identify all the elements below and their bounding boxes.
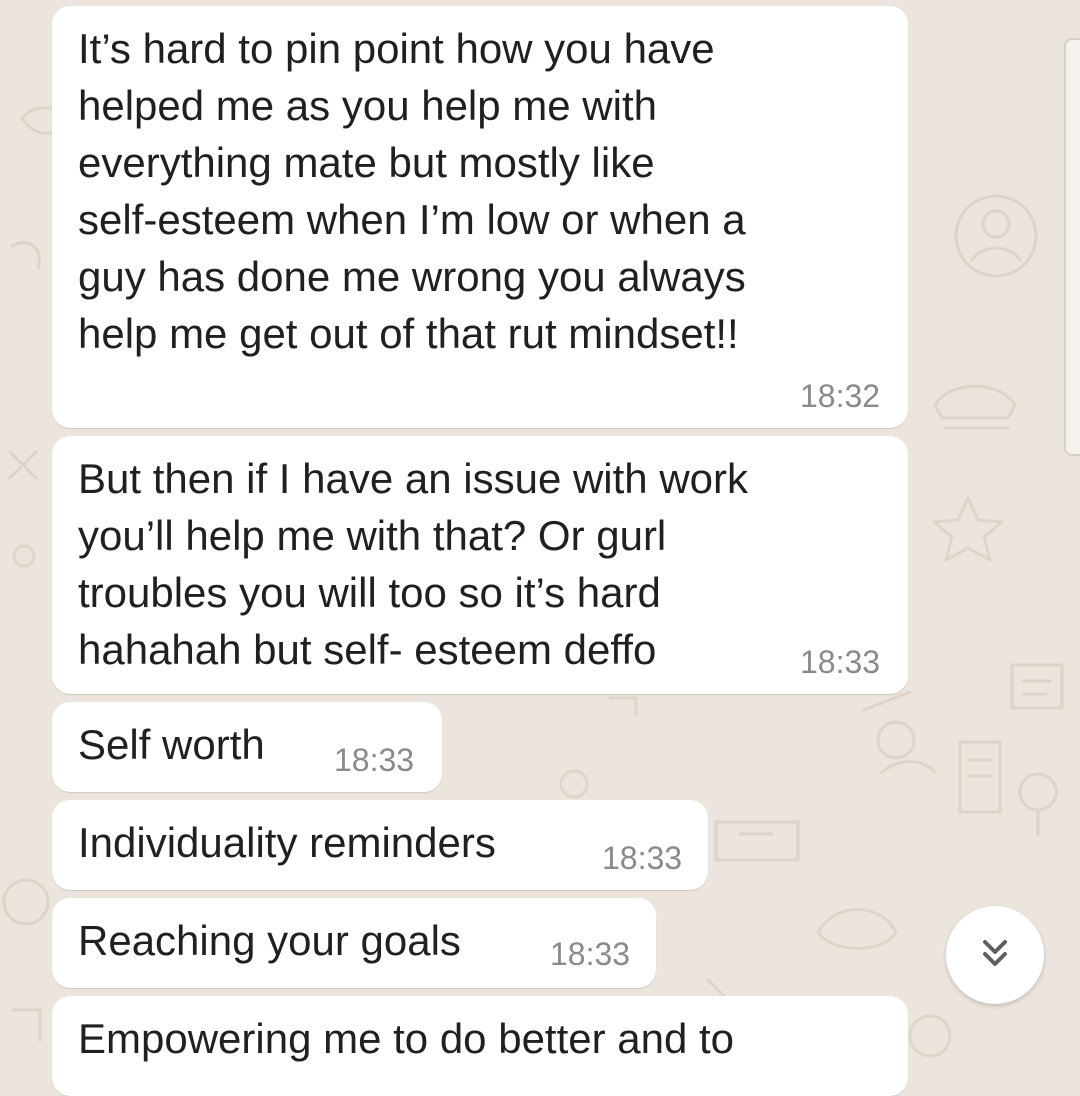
message-text-1: It’s hard to pin point how you have help… [78,25,746,357]
message-bubble-3: Self worth 18:33 [52,702,442,792]
message-bubble-1: It’s hard to pin point how you have help… [52,6,908,428]
message-time-1: 18:32 [800,378,881,414]
double-chevron-down-icon [974,932,1016,979]
message-text-3: Self worth [78,721,265,768]
message-text-5: Reaching your goals [78,917,461,964]
scroll-to-bottom-button[interactable] [946,906,1044,1004]
message-time-3: 18:33 [334,742,415,778]
message-time-5: 18:33 [550,936,631,972]
message-text-2: But then if I have an issue with work yo… [78,455,749,673]
message-time-2: 18:33 [800,644,881,680]
message-time-4: 18:33 [602,840,683,876]
message-text-6: Empowering me to do better and to [78,1015,735,1062]
message-bubble-6: Empowering me to do better and to [52,996,908,1096]
message-bubble-2: But then if I have an issue with work yo… [52,436,908,694]
message-bubble-4: Individuality reminders 18:33 [52,800,708,890]
chat-scrollbar[interactable] [1064,38,1080,456]
message-bubble-5: Reaching your goals 18:33 [52,898,656,988]
message-text-4: Individuality reminders [78,819,496,866]
